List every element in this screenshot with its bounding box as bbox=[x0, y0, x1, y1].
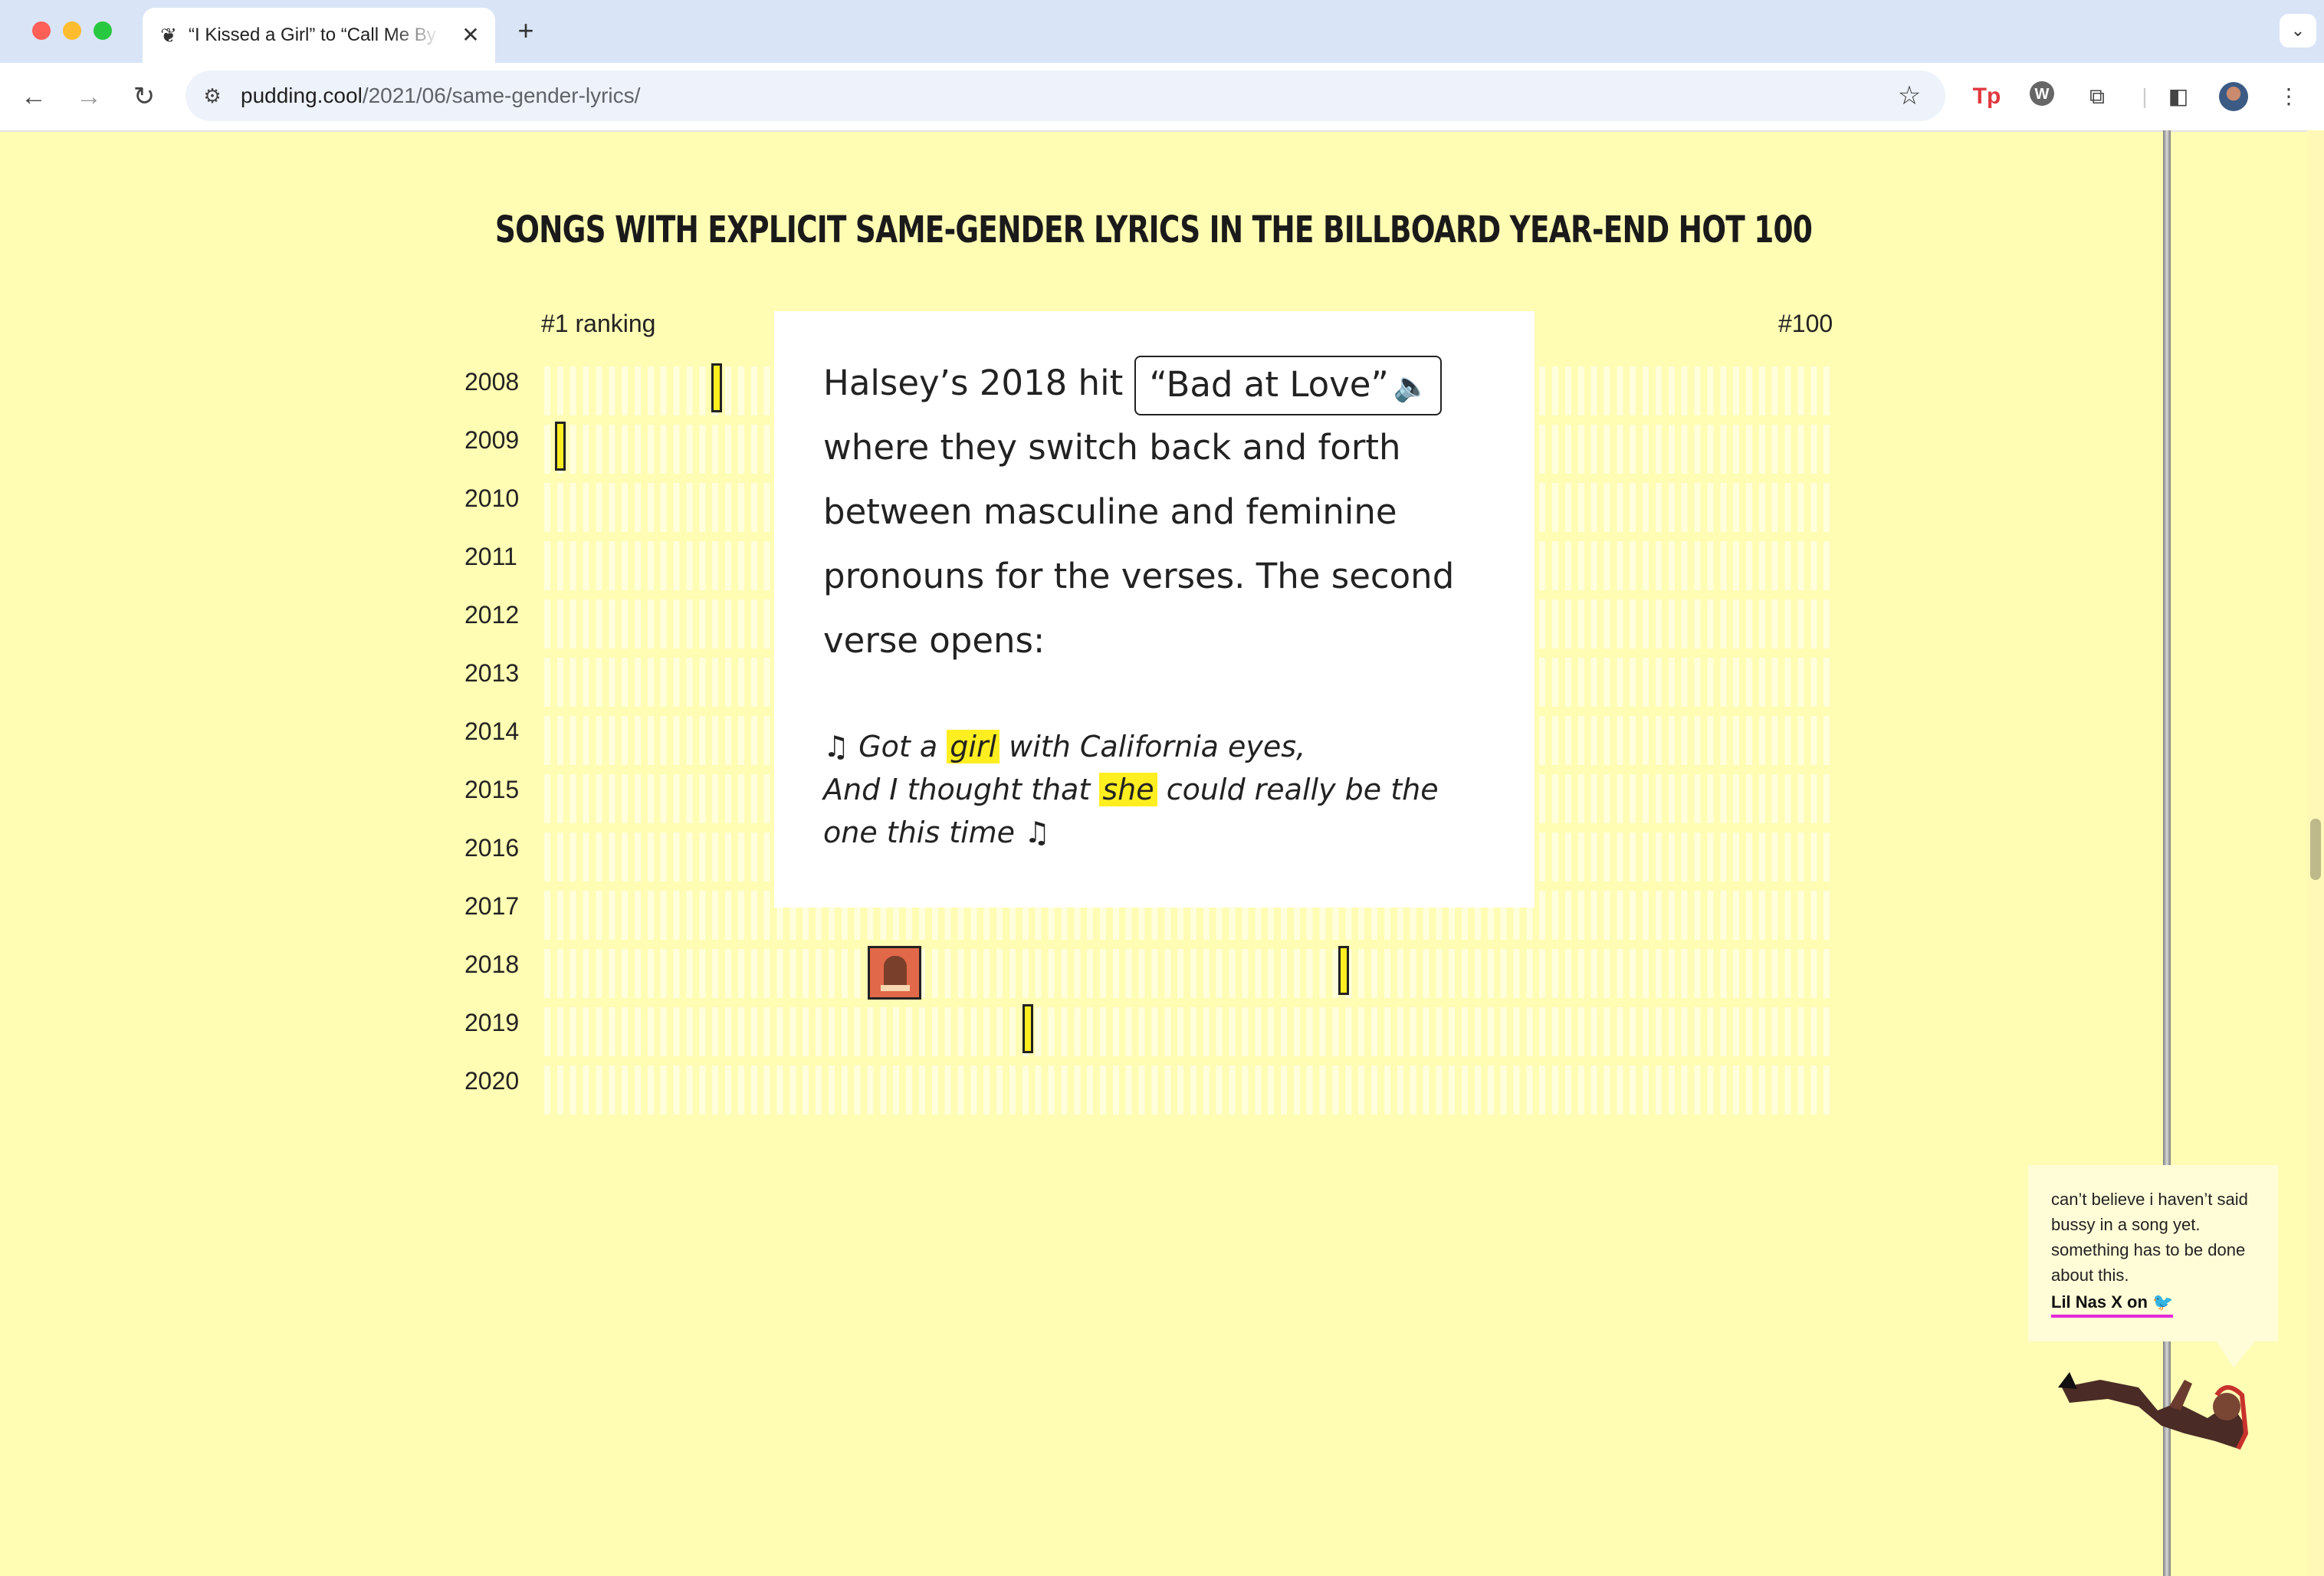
dancer-figure bbox=[2058, 1372, 2249, 1450]
browser-menu-icon[interactable]: ⋮ bbox=[2272, 80, 2306, 113]
toolbar-divider: | bbox=[2142, 84, 2148, 108]
tweet-link-label: Lil Nas X on bbox=[2051, 1292, 2148, 1312]
pole-dancer-illustration bbox=[2058, 1372, 2249, 1450]
url-host: pudding.cool bbox=[241, 84, 363, 107]
speaker-icon: 🔈 bbox=[1393, 369, 1430, 403]
pudding-favicon-icon: ❦ bbox=[160, 24, 177, 47]
minimize-window-button[interactable] bbox=[63, 21, 81, 40]
year-label: 2012 bbox=[464, 601, 520, 629]
year-label: 2010 bbox=[464, 484, 520, 512]
year-label: 2020 bbox=[464, 1067, 520, 1095]
side-panel-icon[interactable]: ◧ bbox=[2162, 80, 2195, 113]
tweet-link[interactable]: Lil Nas X on 🐦 bbox=[2051, 1289, 2174, 1318]
song-marker[interactable] bbox=[1022, 1004, 1033, 1053]
extension-tp-icon[interactable]: Tp bbox=[1970, 80, 2004, 113]
bookmark-star-icon[interactable]: ☆ bbox=[1893, 80, 1925, 112]
tab-title: “I Kissed a Girl” to “Call Me By Your Na… bbox=[189, 25, 441, 45]
svg-text:W: W bbox=[2035, 86, 2050, 103]
play-song-button[interactable]: “Bad at Love” 🔈 bbox=[1134, 356, 1443, 415]
site-info-icon[interactable]: ⚙ bbox=[198, 81, 227, 110]
lyric-line-1b: with California eyes, bbox=[1009, 730, 1306, 763]
year-label: 2017 bbox=[464, 892, 520, 920]
song-title: “Bad at Love” bbox=[1149, 364, 1389, 405]
lyric-highlight-she: she bbox=[1099, 773, 1157, 806]
url-text[interactable]: pudding.cool/2021/06/same-gender-lyrics/ bbox=[241, 80, 640, 111]
ranking-row bbox=[544, 1065, 1837, 1115]
lyrics-excerpt: ♫ Got a girl with California eyes, And I… bbox=[823, 725, 1498, 854]
year-label: 2016 bbox=[464, 834, 520, 862]
back-button[interactable]: ← bbox=[17, 80, 51, 113]
tweet-content: can’t believe i haven’t said bussy in a … bbox=[2051, 1187, 2266, 1318]
annotation-text: Halsey’s 2018 hit “Bad at Love” 🔈 where t… bbox=[823, 351, 1482, 673]
lyric-highlight-girl: girl bbox=[947, 730, 1000, 763]
year-label: 2008 bbox=[464, 368, 520, 396]
close-window-button[interactable] bbox=[32, 21, 51, 40]
year-label: 2014 bbox=[464, 717, 520, 745]
annotation-body: where they switch back and forth between… bbox=[823, 427, 1455, 661]
extensions-puzzle-icon[interactable]: ⧉ bbox=[2080, 80, 2114, 113]
year-label: 2018 bbox=[464, 951, 520, 978]
url-path: /2021/06/same-gender-lyrics/ bbox=[362, 84, 641, 107]
lyric-line-1a: ♫ Got a bbox=[823, 730, 938, 763]
forward-button[interactable]: → bbox=[72, 80, 106, 113]
annotation-card: Halsey’s 2018 hit “Bad at Love” 🔈 where t… bbox=[774, 311, 1535, 908]
annotation-intro: Halsey’s 2018 hit bbox=[823, 363, 1124, 403]
year-label: 2011 bbox=[464, 543, 517, 570]
tab-search-button[interactable]: ⌄ bbox=[2280, 14, 2316, 48]
extension-w-icon[interactable]: W bbox=[2025, 80, 2059, 113]
viz-title: SONGS WITH EXPLICIT SAME-GENDER LYRICS I… bbox=[494, 208, 1813, 251]
ranking-row bbox=[544, 1007, 1837, 1056]
ranking-row bbox=[544, 949, 1837, 998]
profile-avatar[interactable] bbox=[2217, 80, 2250, 113]
browser-tab-strip: ❦ “I Kissed a Girl” to “Call Me By Your … bbox=[0, 0, 2324, 63]
year-label: 2019 bbox=[464, 1009, 520, 1036]
new-tab-button[interactable]: + bbox=[510, 15, 541, 46]
year-label: 2015 bbox=[464, 776, 520, 803]
scrollbar-thumb[interactable] bbox=[2310, 819, 2321, 880]
year-label: 2013 bbox=[464, 659, 520, 687]
song-marker[interactable] bbox=[555, 422, 566, 471]
lyric-line-2a: And I thought that bbox=[823, 773, 1091, 806]
album-art-label bbox=[881, 985, 910, 991]
album-cover-highlighted[interactable] bbox=[868, 946, 921, 1000]
maximize-window-button[interactable] bbox=[94, 21, 112, 40]
year-label: 2009 bbox=[464, 426, 520, 454]
twitter-bird-icon: 🐦 bbox=[2152, 1292, 2174, 1312]
browser-toolbar: ← → ↻ ⚙ pudding.cool/2021/06/same-gender… bbox=[0, 63, 2324, 132]
reload-button[interactable]: ↻ bbox=[127, 80, 161, 113]
rank-one-label: #1 ranking bbox=[541, 310, 656, 337]
active-tab[interactable]: ❦ “I Kissed a Girl” to “Call Me By Your … bbox=[143, 8, 495, 63]
tab-close-icon[interactable]: ✕ bbox=[457, 21, 484, 49]
rank-hundred-label: #100 bbox=[1778, 310, 1833, 337]
song-marker[interactable] bbox=[1338, 946, 1349, 995]
song-marker[interactable] bbox=[711, 363, 722, 412]
address-bar[interactable]: ⚙ pudding.cool/2021/06/same-gender-lyric… bbox=[185, 71, 1945, 121]
tweet-text: can’t believe i haven’t said bussy in a … bbox=[2051, 1190, 2248, 1285]
tweet-bubble: can’t believe i haven’t said bussy in a … bbox=[2028, 1165, 2278, 1341]
